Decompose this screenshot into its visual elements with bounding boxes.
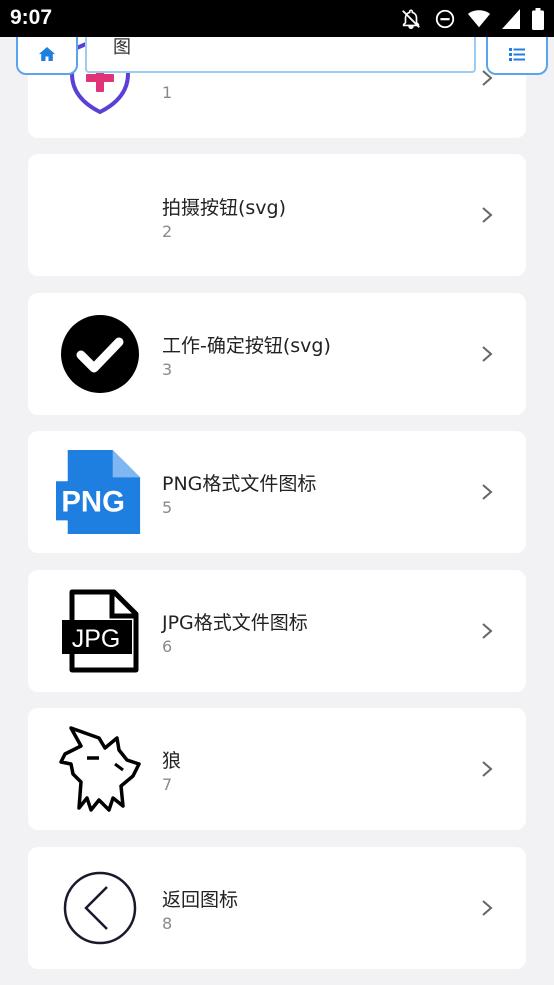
item-number: 3 (162, 360, 173, 379)
chevron-right-icon (482, 623, 493, 639)
status-icons (400, 8, 544, 30)
chevron-right-icon (482, 484, 493, 500)
item-title: 返回图标 (162, 889, 239, 911)
signal-icon (502, 9, 520, 29)
top-bar (0, 35, 554, 77)
item-title: 工作-确定按钮(svg) (162, 335, 331, 357)
home-button[interactable] (16, 35, 78, 75)
status-time: 9:07 (10, 6, 53, 29)
home-icon (39, 47, 55, 61)
item-number: 7 (162, 775, 173, 794)
chevron-right-icon (482, 346, 493, 362)
list-item[interactable]: 狼 7 (28, 708, 526, 830)
list-item[interactable]: 拍摄按钮(svg) 2 (28, 154, 526, 276)
wifi-icon (468, 10, 490, 28)
list-item[interactable]: PNG PNG格式文件图标 5 (28, 431, 526, 553)
blank-icon (56, 171, 144, 259)
wolf-icon (56, 725, 144, 813)
item-number: 2 (162, 222, 173, 241)
item-number: 6 (162, 637, 173, 656)
item-title: 狼 (162, 750, 182, 772)
item-number: 8 (162, 914, 173, 933)
jpg-icon-label: JPG (72, 625, 121, 653)
back-circle-icon (56, 864, 144, 952)
menu-button[interactable] (486, 35, 548, 75)
battery-icon (532, 8, 544, 30)
item-title: PNG格式文件图标 (162, 473, 317, 495)
search-box[interactable] (85, 35, 476, 73)
chevron-right-icon (482, 761, 493, 777)
search-input[interactable] (113, 35, 453, 57)
notifications-off-icon (402, 9, 420, 29)
item-title: 拍摄按钮(svg) (162, 197, 287, 219)
chevron-right-icon (482, 900, 493, 916)
item-title: JPG格式文件图标 (162, 612, 308, 634)
list-icon (509, 47, 525, 61)
item-number: 5 (162, 498, 173, 517)
item-number: 1 (162, 83, 173, 102)
png-icon-label: PNG (61, 486, 125, 519)
check-circle-icon (56, 310, 144, 398)
list-item[interactable]: JPG JPG格式文件图标 6 (28, 570, 526, 692)
png-file-icon: PNG (56, 448, 144, 536)
status-bar: 9:07 (0, 0, 554, 37)
chevron-right-icon (482, 207, 493, 223)
list-item[interactable]: 工作-确定按钮(svg) 3 (28, 293, 526, 415)
jpg-file-icon: JPG (56, 587, 144, 675)
list-item[interactable]: 返回图标 8 (28, 847, 526, 969)
do-not-disturb-icon (435, 9, 455, 29)
